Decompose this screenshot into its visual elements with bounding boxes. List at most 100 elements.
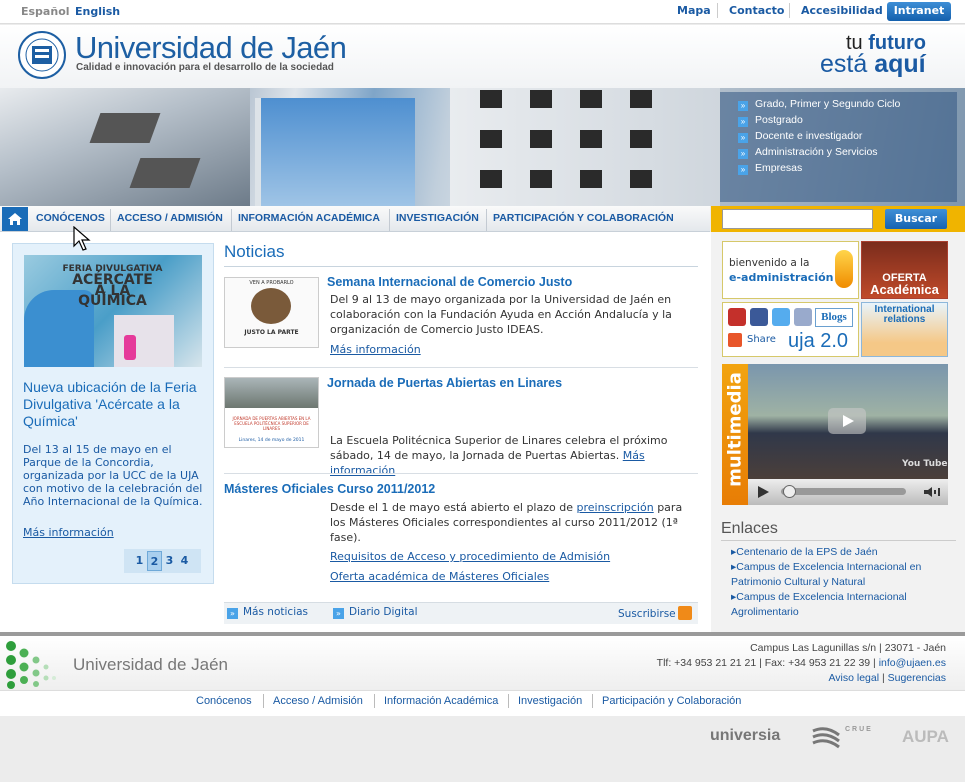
pager-page-4[interactable]: 4 bbox=[177, 551, 192, 571]
footer-link-divider bbox=[374, 694, 375, 708]
oferta-masteres-link[interactable]: Oferta académica de Másteres Oficiales bbox=[330, 570, 549, 583]
language-english-link[interactable]: English bbox=[75, 5, 120, 18]
featured-image-caption: FERIA DIVULGATIVA ACÉRCATE A LA QUÍMICA bbox=[60, 264, 165, 308]
news-text: Desde el 1 de mayo está abierto el plazo… bbox=[330, 501, 577, 514]
audience-item-administracion[interactable]: » Administración y Servicios bbox=[738, 146, 878, 159]
thumbnail-caption: JORNADA DE PUERTAS ABIERTAS EN LA ESCUEL… bbox=[232, 416, 311, 431]
oferta-title: OFERTA Académica bbox=[862, 272, 947, 297]
footer-link-informacion[interactable]: Información Académica bbox=[384, 695, 498, 707]
university-title[interactable]: Universidad de Jaén bbox=[75, 30, 347, 66]
enlace-label: Centenario de la EPS de Jaén bbox=[736, 546, 878, 558]
news-divider bbox=[224, 367, 698, 368]
home-button[interactable] bbox=[2, 207, 28, 231]
mapa-link[interactable]: Mapa bbox=[677, 4, 711, 17]
double-chevron-icon: » bbox=[738, 133, 748, 143]
enlace-agrolimentario[interactable]: ▸Campus de Excelencia Internacional Agro… bbox=[731, 590, 951, 620]
audience-item-label: Administración y Servicios bbox=[755, 146, 878, 158]
double-chevron-icon: » bbox=[738, 165, 748, 175]
audience-item-postgrado[interactable]: » Postgrado bbox=[738, 114, 803, 127]
audience-item-empresas[interactable]: » Empresas bbox=[738, 162, 802, 175]
facebook-icon bbox=[750, 308, 768, 326]
audience-item-label: Grado, Primer y Segundo Ciclo bbox=[755, 98, 901, 110]
volume-icon[interactable] bbox=[922, 485, 942, 499]
aupa-logo[interactable]: AUPA bbox=[902, 727, 949, 747]
info-icon bbox=[835, 250, 853, 288]
language-spanish-link[interactable]: Español bbox=[21, 5, 70, 18]
enlace-centenario[interactable]: ▸Centenario de la EPS de Jaén bbox=[731, 545, 951, 560]
footer-link-conocenos[interactable]: Conócenos bbox=[196, 695, 252, 707]
thumbnail-date: Linares, 14 de mayo de 2011 bbox=[238, 438, 305, 443]
news-title-puertas-abiertas[interactable]: Jornada de Puertas Abiertas en Linares bbox=[327, 376, 562, 390]
home-icon bbox=[8, 213, 22, 225]
nav-informacion-academica[interactable]: INFORMACIÓN ACADÉMICA bbox=[238, 212, 380, 224]
news-text: La Escuela Politécnica Superior de Linar… bbox=[330, 434, 668, 462]
top-divider bbox=[717, 3, 718, 18]
universia-logo[interactable]: universia bbox=[710, 727, 780, 745]
nav-acceso-admision[interactable]: ACCESO / ADMISIÓN bbox=[117, 212, 223, 224]
footer-link-participacion[interactable]: Participación y Colaboración bbox=[602, 695, 741, 707]
more-news-link[interactable]: » Más noticias bbox=[227, 606, 308, 619]
footer-link-divider bbox=[592, 694, 593, 708]
e-administracion-banner[interactable]: bienvenido a la e-administración bbox=[722, 241, 859, 299]
eadmin-title: e-administración bbox=[729, 271, 834, 284]
nav-investigacion[interactable]: INVESTIGACIÓN bbox=[396, 212, 479, 224]
search-input[interactable] bbox=[722, 209, 873, 229]
news-thumbnail[interactable]: VEN A PROBARLO JUSTO LA PARTE bbox=[224, 277, 319, 348]
nav-divider bbox=[389, 209, 390, 231]
audience-item-docente[interactable]: » Docente e investigador bbox=[738, 130, 862, 143]
uja20-social-banner[interactable]: Blogs Share uja 2.0 bbox=[722, 302, 859, 357]
aviso-legal-link[interactable]: Aviso legal bbox=[828, 672, 879, 684]
video-scrubber-handle[interactable] bbox=[783, 485, 796, 498]
university-seal-logo[interactable] bbox=[17, 30, 67, 80]
share-label: Share bbox=[747, 334, 776, 345]
pager-page-1[interactable]: 1 bbox=[132, 551, 147, 571]
news-thumbnail[interactable]: JORNADA DE PUERTAS ABIERTAS EN LA ESCUEL… bbox=[224, 377, 319, 448]
multimedia-tab[interactable]: multimedia bbox=[722, 364, 748, 505]
footer-link-investigacion[interactable]: Investigación bbox=[518, 695, 582, 707]
requisitos-acceso-link[interactable]: Requisitos de Acceso y procedimiento de … bbox=[330, 550, 610, 563]
blogs-label: Blogs bbox=[815, 308, 853, 327]
sugerencias-link[interactable]: Sugerencias bbox=[888, 672, 946, 684]
enlace-label: Campus de Excelencia Internacional Agrol… bbox=[731, 591, 907, 618]
diario-digital-label: Diario Digital bbox=[349, 606, 418, 618]
international-relations-banner[interactable]: International relations bbox=[861, 302, 948, 357]
footer-link-acceso[interactable]: Acceso / Admisión bbox=[273, 695, 363, 707]
thumbnail-caption: JUSTO LA PARTE bbox=[244, 329, 299, 336]
enlace-patrimonio[interactable]: ▸Campus de Excelencia Internacional en P… bbox=[731, 560, 951, 590]
play-overlay-icon[interactable] bbox=[828, 408, 866, 434]
pager-page-2-active[interactable]: 2 bbox=[147, 551, 162, 571]
footer-link-divider bbox=[508, 694, 509, 708]
contacto-link[interactable]: Contacto bbox=[729, 4, 784, 17]
pager-page-3[interactable]: 3 bbox=[162, 551, 177, 571]
news-title-comercio-justo[interactable]: Semana Internacional de Comercio Justo bbox=[327, 275, 572, 289]
news-title-masteres[interactable]: Másteres Oficiales Curso 2011/2012 bbox=[224, 482, 435, 496]
oferta-academica-banner[interactable]: OFERTA Académica bbox=[861, 241, 948, 299]
news-more-link[interactable]: Más información bbox=[330, 343, 421, 356]
audience-item-grado[interactable]: » Grado, Primer y Segundo Ciclo bbox=[738, 98, 900, 111]
footer-email-link[interactable]: info@ujaen.es bbox=[879, 657, 946, 669]
crue-label: CRUE bbox=[845, 726, 873, 733]
diario-digital-link[interactable]: » Diario Digital bbox=[333, 606, 418, 619]
news-body: La Escuela Politécnica Superior de Linar… bbox=[330, 433, 690, 478]
featured-more-link[interactable]: Más información bbox=[23, 526, 114, 539]
nav-divider bbox=[486, 209, 487, 231]
preinscripcion-link[interactable]: preinscripción bbox=[576, 501, 653, 514]
featured-title[interactable]: Nueva ubicación de la Feria Divulgativa … bbox=[23, 379, 203, 430]
video-progress-bar[interactable] bbox=[781, 488, 906, 495]
crue-waves-icon bbox=[812, 727, 840, 749]
top-divider bbox=[789, 3, 790, 18]
play-button-icon[interactable] bbox=[755, 484, 771, 500]
search-button[interactable]: Buscar bbox=[885, 209, 947, 229]
crue-logo[interactable]: CRUE bbox=[811, 724, 883, 750]
footer-contact: Tlf: +34 953 21 21 21 | Fax: +34 953 21 … bbox=[657, 657, 946, 669]
nav-conocenos[interactable]: CONÓCENOS bbox=[36, 212, 105, 224]
twitter-icon bbox=[772, 308, 790, 326]
news-text: Del 9 al 13 de mayo organizada por la Un… bbox=[330, 293, 672, 336]
thumbnail-caption: VEN A PROBARLO bbox=[249, 280, 294, 286]
nav-participacion[interactable]: PARTICIPACIÓN Y COLABORACIÓN bbox=[493, 212, 674, 224]
intranet-button[interactable]: Intranet bbox=[887, 2, 951, 21]
university-subtitle: Calidad e innovación para el desarrollo … bbox=[76, 62, 334, 73]
subscribe-link[interactable]: Suscribirse bbox=[618, 606, 692, 620]
nav-divider bbox=[231, 209, 232, 231]
accesibilidad-link[interactable]: Accesibilidad bbox=[801, 4, 883, 17]
